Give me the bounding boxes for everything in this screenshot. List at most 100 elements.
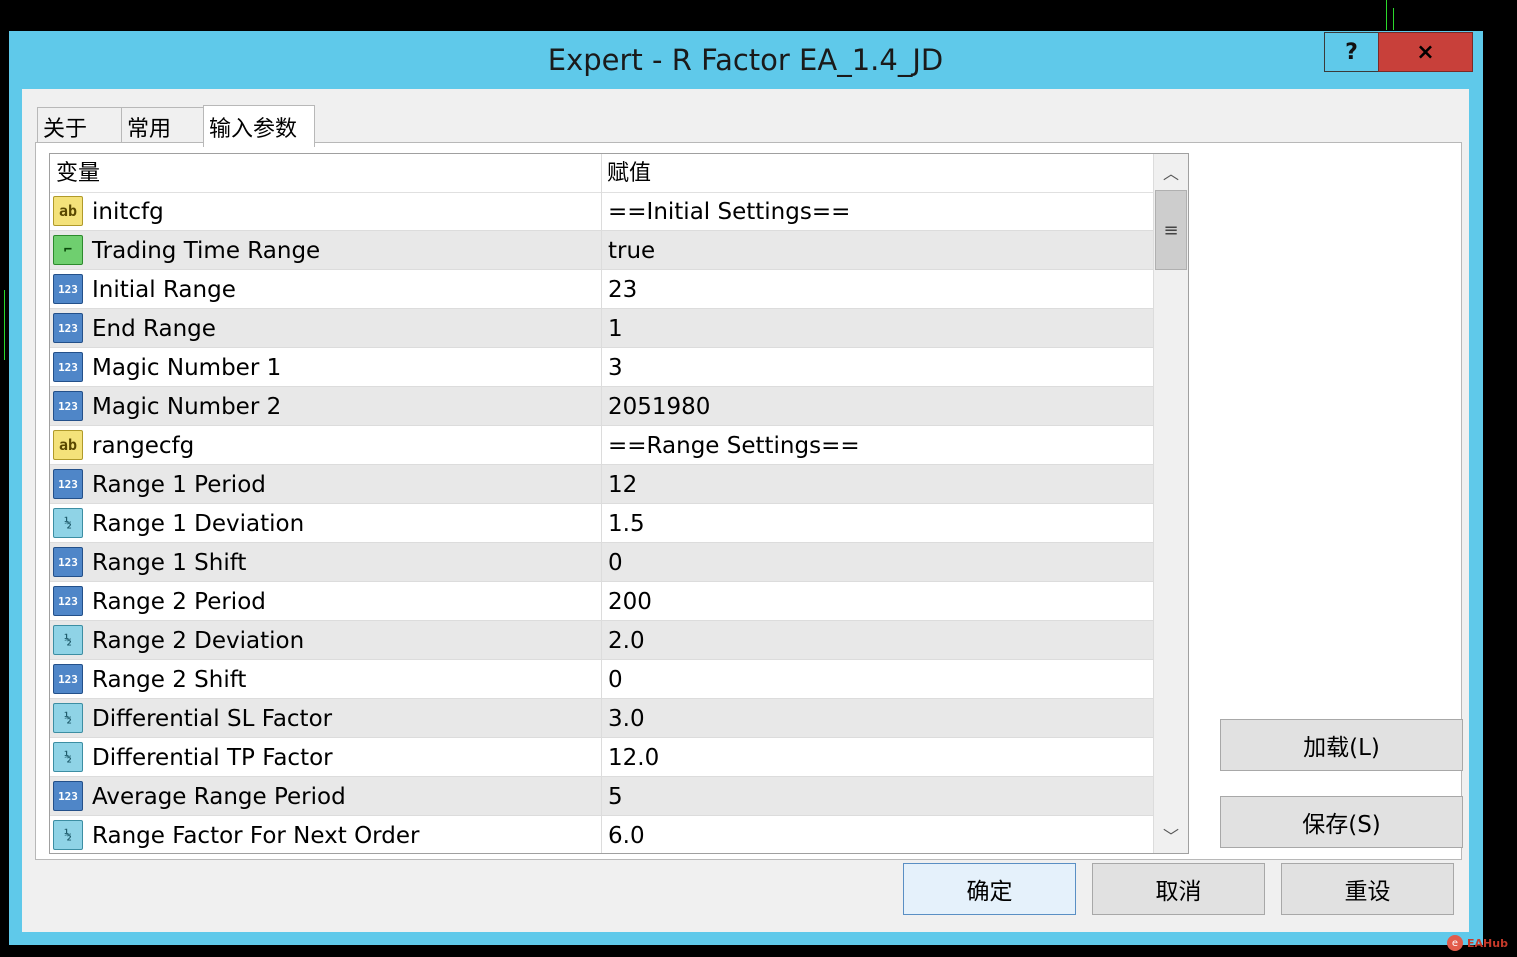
param-value[interactable]: 200 (608, 582, 652, 620)
vertical-scrollbar[interactable]: ︿ ≡ ﹀ (1153, 154, 1188, 853)
param-type-dbl-icon: ½ (53, 625, 83, 655)
param-value[interactable]: 6.0 (608, 816, 645, 853)
load-button[interactable]: 加载(L) (1220, 719, 1463, 771)
tab-about[interactable]: 关于 (37, 107, 122, 146)
table-row[interactable]: ab initcfg ==Initial Settings== (50, 192, 1154, 231)
table-row[interactable]: ab rangecfg ==Range Settings== (50, 426, 1154, 465)
header-value[interactable]: 赋值 (607, 154, 651, 192)
param-value[interactable]: 23 (608, 270, 637, 308)
param-name: initcfg (92, 199, 164, 225)
chevron-down-icon: ﹀ (1162, 827, 1179, 846)
chevron-up-icon: ︿ (1162, 164, 1179, 183)
param-name: Range Factor For Next Order (92, 823, 420, 849)
table-row[interactable]: 123 Magic Number 2 2051980 (50, 387, 1154, 426)
column-divider (601, 309, 602, 347)
help-button[interactable]: ? (1324, 32, 1379, 72)
tab-common[interactable]: 常用 (121, 107, 204, 146)
column-divider (601, 582, 602, 620)
table-row[interactable]: 123 Initial Range 23 (50, 270, 1154, 309)
param-value[interactable]: 3 (608, 348, 623, 386)
chart-line (1393, 8, 1394, 30)
param-type-int-icon: 123 (53, 391, 83, 421)
table-row[interactable]: 123 Range 2 Shift 0 (50, 660, 1154, 699)
reset-button[interactable]: 重设 (1281, 863, 1454, 915)
param-type-dbl-icon: ½ (53, 742, 83, 772)
tab-label: 输入参数 (209, 116, 298, 142)
tab-inputs[interactable]: 输入参数 (203, 105, 315, 147)
scroll-up-button[interactable]: ︿ (1154, 154, 1188, 190)
param-value[interactable]: 12.0 (608, 738, 659, 776)
header-variable[interactable]: 变量 (56, 154, 100, 192)
param-value[interactable]: ==Range Settings== (608, 426, 860, 464)
param-name: Trading Time Range (92, 238, 321, 264)
param-type-int-icon: 123 (53, 547, 83, 577)
table-row[interactable]: 123 Magic Number 1 3 (50, 348, 1154, 387)
param-value[interactable]: 0 (608, 660, 623, 698)
column-divider (601, 348, 602, 386)
param-type-dbl-icon: ½ (53, 703, 83, 733)
scroll-down-button[interactable]: ﹀ (1154, 817, 1188, 853)
table-row[interactable]: 123 Average Range Period 5 (50, 777, 1154, 816)
param-value[interactable]: 5 (608, 777, 623, 815)
param-name: Magic Number 2 (92, 394, 282, 420)
param-value[interactable]: 2051980 (608, 387, 710, 425)
table-row[interactable]: 123 Range 1 Period 12 (50, 465, 1154, 504)
scroll-thumb[interactable]: ≡ (1155, 190, 1187, 270)
param-name: Range 2 Deviation (92, 628, 305, 654)
param-name: Differential SL Factor (92, 706, 333, 732)
cancel-button[interactable]: 取消 (1092, 863, 1265, 915)
table-row[interactable]: ½ Range 2 Deviation 2.0 (50, 621, 1154, 660)
param-name: Range 1 Period (92, 472, 266, 498)
param-type-int-icon: 123 (53, 664, 83, 694)
column-divider (601, 270, 602, 308)
param-name: End Range (92, 316, 216, 342)
param-name: Differential TP Factor (92, 745, 333, 771)
table-row[interactable]: ½ Differential TP Factor 12.0 (50, 738, 1154, 777)
param-value[interactable]: 3.0 (608, 699, 645, 737)
save-button[interactable]: 保存(S) (1220, 796, 1463, 848)
title-bar[interactable]: Expert - R Factor EA_1.4_JD (9, 31, 1483, 89)
table-row[interactable]: 123 End Range 1 (50, 309, 1154, 348)
watermark: e EAHub (1447, 933, 1517, 953)
param-type-int-icon: 123 (53, 781, 83, 811)
param-type-ab-icon: ab (53, 430, 83, 460)
param-name: Magic Number 1 (92, 355, 282, 381)
column-divider (601, 465, 602, 503)
column-divider (601, 777, 602, 815)
param-value[interactable]: 1 (608, 309, 623, 347)
param-type-dbl-icon: ½ (53, 508, 83, 538)
table-row[interactable]: ⌐ Trading Time Range true (50, 231, 1154, 270)
help-icon: ? (1345, 39, 1358, 65)
close-button[interactable]: × (1378, 32, 1473, 72)
column-divider (601, 192, 602, 230)
column-divider[interactable] (601, 154, 602, 192)
param-type-dbl-icon: ½ (53, 820, 83, 850)
grid-rows: ab initcfg ==Initial Settings== ⌐ Trading Ti… (50, 192, 1154, 853)
param-value[interactable]: 0 (608, 543, 623, 581)
column-divider (601, 699, 602, 737)
column-divider (601, 387, 602, 425)
param-name: Range 2 Shift (92, 667, 247, 693)
dialog-client: 关于 常用 输入参数 变量 赋值 ab initcfg ==Initial Sett… (22, 89, 1469, 932)
param-type-bool-icon: ⌐ (53, 235, 83, 265)
table-row[interactable]: 123 Range 1 Shift 0 (50, 543, 1154, 582)
table-row[interactable]: ½ Differential SL Factor 3.0 (50, 699, 1154, 738)
param-value[interactable]: 2.0 (608, 621, 645, 659)
table-row[interactable]: 123 Range 2 Period 200 (50, 582, 1154, 621)
param-value[interactable]: 12 (608, 465, 637, 503)
param-value[interactable]: ==Initial Settings== (608, 192, 850, 230)
param-name: rangecfg (92, 433, 195, 459)
column-divider (601, 816, 602, 853)
param-type-int-icon: 123 (53, 274, 83, 304)
param-value[interactable]: true (608, 231, 655, 269)
table-row[interactable]: ½ Range Factor For Next Order 6.0 (50, 816, 1154, 853)
param-type-int-icon: 123 (53, 586, 83, 616)
column-divider (601, 504, 602, 542)
ok-button[interactable]: 确定 (903, 863, 1076, 915)
table-row[interactable]: ½ Range 1 Deviation 1.5 (50, 504, 1154, 543)
column-divider (601, 543, 602, 581)
param-name: Range 1 Shift (92, 550, 247, 576)
close-icon: × (1416, 39, 1435, 65)
param-value[interactable]: 1.5 (608, 504, 645, 542)
param-type-ab-icon: ab (53, 196, 83, 226)
